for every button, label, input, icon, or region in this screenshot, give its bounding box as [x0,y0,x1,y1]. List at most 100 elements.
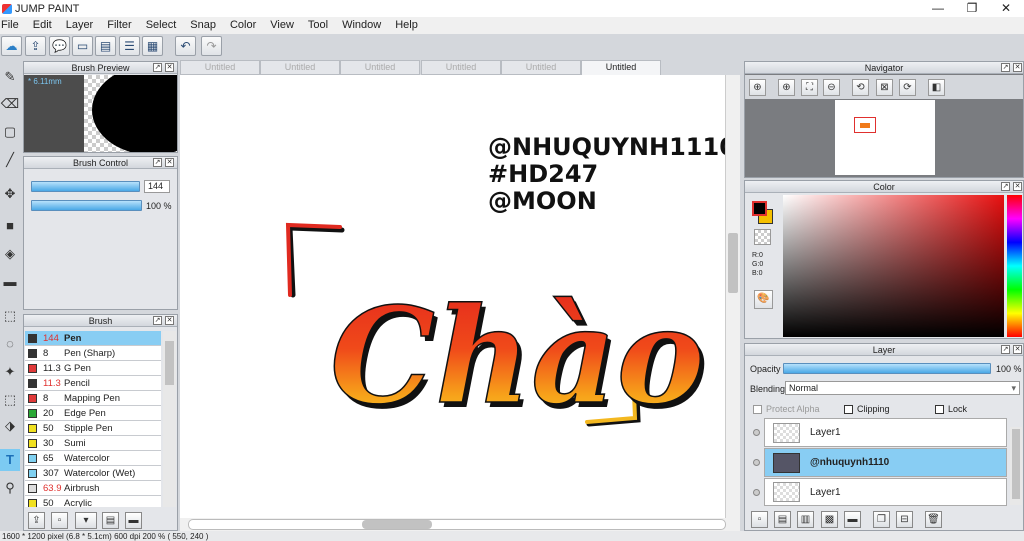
pen-tool-icon[interactable]: ✎ [0,66,20,88]
fit-window-icon[interactable]: ⛶ [801,79,818,96]
brush-options-icon[interactable]: ▾ [75,512,97,529]
zoom-reset-icon[interactable]: ⊕ [778,79,795,96]
brush-list-item[interactable]: 11.3 Pencil [25,376,161,391]
brush-list-item[interactable]: 50 Acrylic [25,496,161,507]
visibility-icon[interactable] [753,459,760,466]
menu-color[interactable]: Color [223,17,263,34]
tab-untitled-active[interactable]: Untitled [581,60,661,76]
undock-icon[interactable]: ↗ [153,316,162,325]
close-panel-icon[interactable]: ✕ [165,158,174,167]
blending-select[interactable]: Normal ▾ [785,381,1020,395]
canvas-horizontal-scrollbar[interactable] [180,518,740,531]
tab-untitled-2[interactable]: Untitled [260,60,340,75]
select-eraser-icon[interactable]: ⬗ [0,415,20,437]
brush-upload-icon[interactable]: ⇪ [28,512,45,529]
restore-button[interactable]: ❐ [955,0,989,17]
lasso-tool-icon[interactable]: ◌ [0,333,20,355]
layer-row[interactable]: Layer1 [764,478,1007,506]
tab-untitled-5[interactable]: Untitled [501,60,581,75]
layer-list-scrollbar[interactable] [1010,427,1022,505]
document-icon[interactable]: ▤ [95,36,116,56]
layer-row-selected[interactable]: @nhuquynh1110 [764,448,1007,477]
flip-icon[interactable]: ◧ [928,79,945,96]
layer-row[interactable]: Layer1 [764,418,1007,447]
new-layer-icon[interactable]: ▫ [751,511,768,528]
close-panel-icon[interactable]: ✕ [165,63,174,72]
menu-filter[interactable]: Filter [100,17,138,34]
brush-list-item[interactable]: 65 Watercolor [25,451,161,466]
close-button[interactable]: ✕ [989,0,1023,17]
visibility-icon[interactable] [753,429,760,436]
redo-icon[interactable]: ↷ [201,36,222,56]
menu-edit[interactable]: Edit [26,17,59,34]
brush-opacity-slider[interactable] [31,200,142,211]
comment-icon[interactable]: 💬 [49,36,70,56]
close-panel-icon[interactable]: ✕ [1013,182,1022,191]
undock-icon[interactable]: ↗ [1001,345,1010,354]
cloud-icon[interactable]: ☁ [1,36,22,56]
brush-list-item[interactable]: 144 Pen [25,331,161,346]
canvas-vertical-scrollbar[interactable] [725,75,740,518]
eraser-tool-icon[interactable]: ⌫ [0,93,20,115]
rotate-left-icon[interactable]: ⟲ [852,79,869,96]
rotate-reset-icon[interactable]: ⊠ [876,79,893,96]
brush-list-item[interactable]: 307 Watercolor (Wet) [25,466,161,481]
saturation-value-picker[interactable] [783,195,1004,337]
hue-slider[interactable] [1007,195,1022,337]
lock-checkbox[interactable]: Lock [935,404,967,415]
bucket-tool-icon[interactable]: ◈ [0,243,20,265]
palette-icon[interactable]: 🎨 [754,290,773,309]
layer-opacity-slider[interactable] [783,363,991,374]
menu-view[interactable]: View [263,17,301,34]
grid-icon[interactable]: ▦ [142,36,163,56]
select-rect-icon[interactable]: ⬚ [0,305,20,327]
minimize-button[interactable]: — [921,0,955,17]
brush-list-item[interactable]: 8 Mapping Pen [25,391,161,406]
close-panel-icon[interactable]: ✕ [1013,345,1022,354]
undock-icon[interactable]: ↗ [1001,182,1010,191]
new-brush-icon[interactable]: ▫ [51,512,68,529]
delete-layer-icon[interactable]: 🗑 [925,511,942,528]
tab-untitled-3[interactable]: Untitled [340,60,420,75]
message-icon[interactable]: ▭ [72,36,93,56]
menu-layer[interactable]: Layer [59,17,101,34]
select-pen-icon[interactable]: ⬚ [0,389,20,411]
share-icon[interactable]: ⇪ [25,36,46,56]
brush-list-item[interactable]: 20 Edge Pen [25,406,161,421]
undo-icon[interactable]: ↶ [175,36,196,56]
brush-size-slider[interactable] [31,181,140,192]
menu-tool[interactable]: Tool [301,17,335,34]
layer-folder-icon[interactable]: ▬ [844,511,861,528]
drawing-canvas[interactable]: @NHUQUYNH1110 #HD247 @MOON Chào Chào [180,75,725,518]
brush-list-item[interactable]: 30 Sumi [25,436,161,451]
brush-list-item[interactable]: 63.9 Airbrush [25,481,161,496]
visibility-icon[interactable] [753,489,760,496]
rotate-right-icon[interactable]: ⟳ [899,79,916,96]
menu-help[interactable]: Help [388,17,425,34]
brush-list-item[interactable]: 8 Pen (Sharp) [25,346,161,361]
transparent-color-swatch[interactable] [754,229,771,245]
move-tool-icon[interactable]: ✥ [0,183,20,205]
tab-untitled-1[interactable]: Untitled [180,60,260,75]
tab-untitled-4[interactable]: Untitled [421,60,501,75]
zoom-out-icon[interactable]: ⊖ [823,79,840,96]
text-tool-icon[interactable]: T [0,449,20,471]
brush-list-item[interactable]: 50 Stipple Pen [25,421,161,436]
duplicate-layer-icon[interactable]: ❐ [873,511,890,528]
merge-layer-icon[interactable]: ⊟ [896,511,913,528]
gradient-tool-icon[interactable]: ▬ [0,271,20,293]
undock-icon[interactable]: ↗ [153,158,162,167]
magic-wand-icon[interactable]: ✦ [0,361,20,383]
fill-rect-tool-icon[interactable]: ■ [0,215,20,237]
new-layer-text-icon[interactable]: ▤ [774,511,791,528]
list-icon[interactable]: ☰ [119,36,140,56]
rectangle-tool-icon[interactable]: ▢ [0,121,20,143]
line-tool-icon[interactable]: ╱ [0,149,20,171]
halftone-layer-icon[interactable]: ▩ [821,511,838,528]
foreground-color-swatch[interactable] [752,201,767,216]
menu-snap[interactable]: Snap [183,17,223,34]
eyedropper-tool-icon[interactable]: ⚲ [0,477,20,499]
undock-icon[interactable]: ↗ [153,63,162,72]
menu-file[interactable]: File [0,17,26,34]
undock-icon[interactable]: ↗ [1001,63,1010,72]
